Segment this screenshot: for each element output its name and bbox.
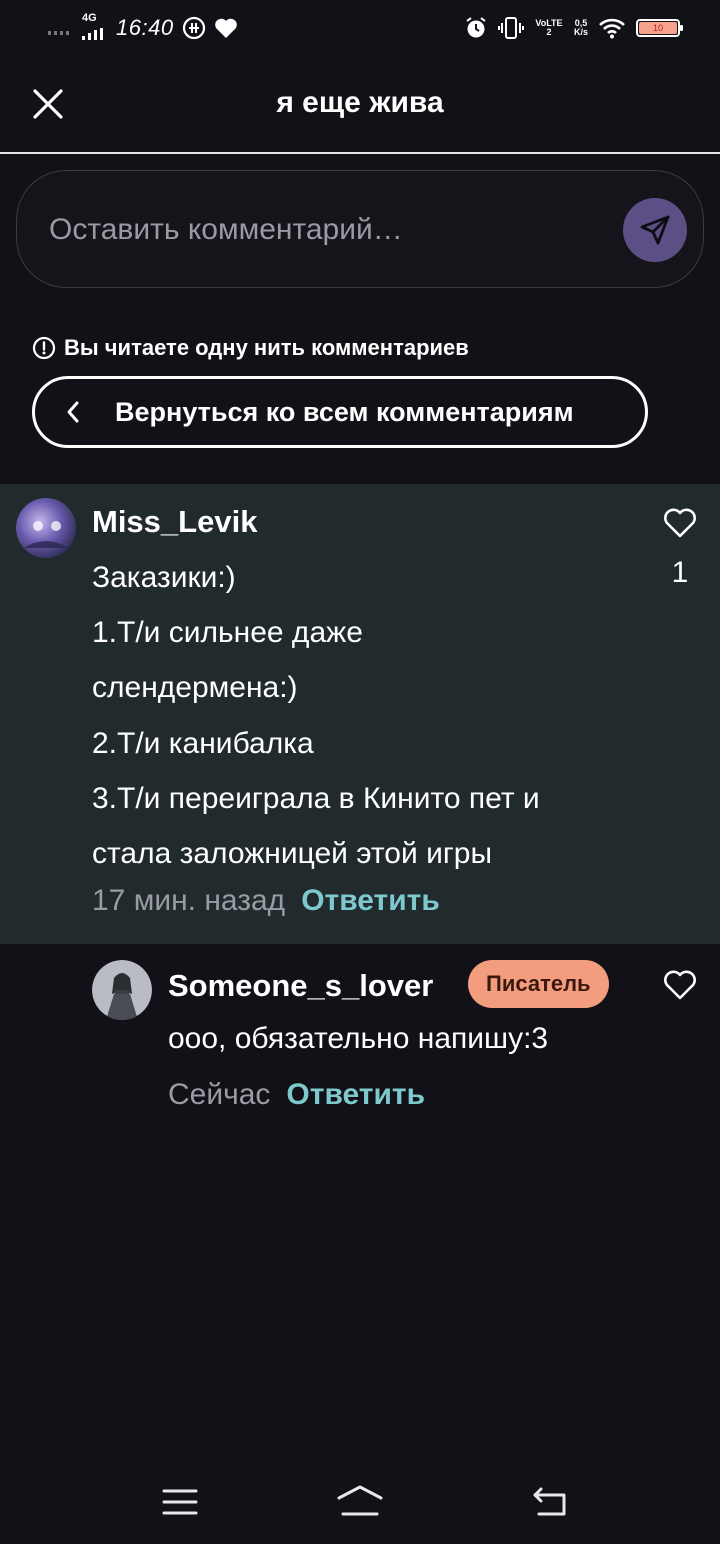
speed-indicator: 0,5 K/s xyxy=(574,19,588,37)
send-icon xyxy=(640,215,670,245)
reply-button[interactable]: Ответить xyxy=(286,1078,425,1112)
network-indicator: 4G xyxy=(82,12,108,42)
like-count: 1 xyxy=(671,556,689,589)
volte-label: VoLTE2 xyxy=(535,18,563,37)
battery-icon: 10 xyxy=(636,19,683,37)
home-icon xyxy=(337,1485,383,1516)
notification-icon xyxy=(182,16,205,40)
reply-avatar[interactable] xyxy=(92,960,152,1020)
comment-line: стала заложницей этой игры xyxy=(92,837,493,871)
heart-outline-icon xyxy=(664,970,696,1000)
top-bar: я еще жива xyxy=(0,58,720,154)
writer-badge: Писатель xyxy=(468,960,609,1008)
comment-line: слендермена:) xyxy=(92,671,298,705)
like-button[interactable] xyxy=(660,504,700,542)
status-bar: 4G 16:40 VoLTE2 0,5 K/s 10 xyxy=(0,0,720,58)
main-comment: Miss_Levik Заказики:) 1.Т/и сильнее даже… xyxy=(0,484,720,944)
reply-comment: Someone_s_lover Писатель ооо, обязательн… xyxy=(0,944,720,1144)
heart-icon xyxy=(214,18,237,38)
status-time: 16:40 xyxy=(116,15,174,40)
comment-line: Заказики:) xyxy=(92,561,236,594)
signal-strength-icon xyxy=(82,28,103,40)
back-to-all-comments-button[interactable]: Вернуться ко всем комментариям xyxy=(32,376,648,448)
reply-meta: Сейчас Ответить xyxy=(168,1078,425,1112)
chevron-left-icon xyxy=(65,400,89,424)
system-nav-bar xyxy=(0,1460,720,1544)
reply-text: ооо, обязательно напишу:3 xyxy=(168,1022,549,1055)
comment-line: 3.Т/и переиграла в Кинито пет и xyxy=(92,781,540,815)
thread-notice: Вы читаете одну нить комментариев xyxy=(32,334,469,362)
network-label: 4G xyxy=(82,12,97,24)
comment-input-box xyxy=(16,170,704,288)
back-icon xyxy=(533,1487,566,1516)
alarm-icon xyxy=(466,17,486,38)
heart-outline-icon xyxy=(664,508,696,538)
status-right: VoLTE2 0,5 K/s 10 xyxy=(464,10,683,46)
thread-notice-text: Вы читаете одну нить комментариев xyxy=(64,335,469,360)
vibrate-icon xyxy=(497,17,524,39)
reply-username[interactable]: Someone_s_lover xyxy=(168,968,433,1004)
comment-input[interactable] xyxy=(47,201,611,259)
avatar[interactable] xyxy=(16,498,76,558)
home-button[interactable] xyxy=(330,1480,390,1524)
comment-line: 2.Т/и канибалка xyxy=(92,726,314,760)
info-icon xyxy=(32,336,56,360)
comment-meta: 17 мин. назад Ответить xyxy=(92,884,440,918)
comment-body: Заказики:) 1.Т/и сильнее даже слендермен… xyxy=(92,550,632,881)
back-button[interactable] xyxy=(520,1480,580,1524)
comment-line: 1.Т/и сильнее даже xyxy=(92,616,363,650)
wifi-icon xyxy=(599,18,625,39)
menu-button[interactable] xyxy=(150,1480,210,1524)
signal-icon xyxy=(48,31,69,35)
comment-time: 17 мин. назад xyxy=(92,884,286,917)
reply-time: Сейчас xyxy=(168,1078,271,1111)
send-button[interactable] xyxy=(623,198,687,262)
back-to-all-comments-label: Вернуться ко всем комментариям xyxy=(115,396,574,427)
battery-percent: 10 xyxy=(652,23,663,33)
battery-level: 10 xyxy=(639,22,677,34)
page-title: я еще жива xyxy=(276,86,444,119)
like-button[interactable] xyxy=(660,966,700,1004)
comment-username[interactable]: Miss_Levik xyxy=(92,504,257,540)
status-left: 4G 16:40 xyxy=(48,10,238,46)
reply-button[interactable]: Ответить xyxy=(301,884,440,918)
menu-icon xyxy=(162,1489,198,1515)
speed-unit: K/s xyxy=(573,27,588,37)
battery-tip xyxy=(680,25,683,31)
